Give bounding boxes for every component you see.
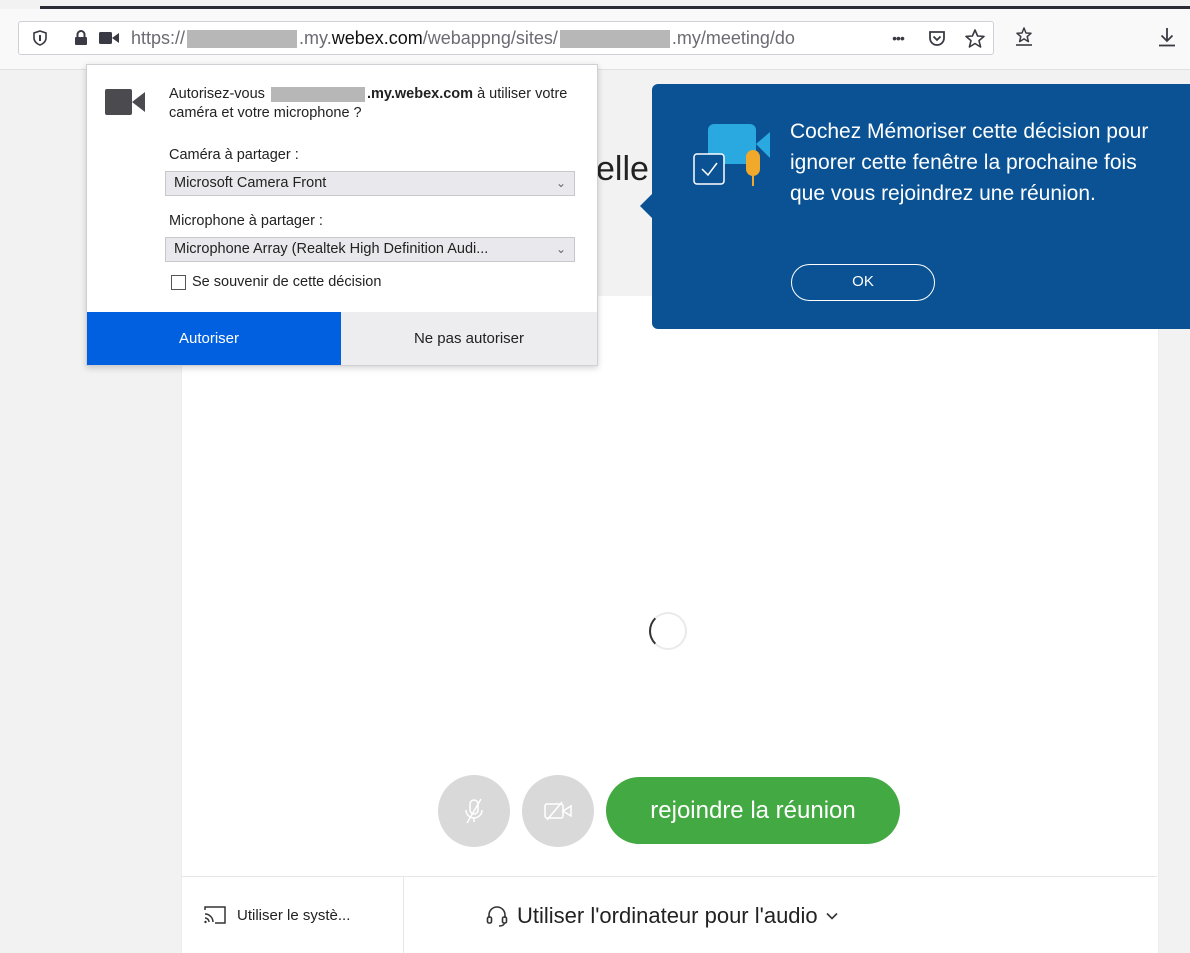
url-part-3: .my/meeting/do bbox=[671, 28, 795, 48]
page-title-fragment: elle bbox=[596, 150, 649, 188]
question-prefix: Autorisez-vous bbox=[169, 86, 265, 102]
chevron-down-icon bbox=[826, 912, 838, 920]
remember-checkbox[interactable] bbox=[171, 274, 186, 290]
permission-question: Autorisez-vous .my.webex.com à utiliser … bbox=[169, 85, 589, 123]
cast-screen-icon bbox=[204, 906, 226, 924]
redacted-block bbox=[270, 86, 365, 102]
url-part-2: /webappng/sites/ bbox=[422, 28, 558, 48]
url-scheme: https:// bbox=[131, 28, 186, 48]
footer-divider bbox=[181, 876, 1157, 877]
url-text: https:// .my.webex.com/webappng/sites/ .my… bbox=[131, 22, 795, 54]
download-icon[interactable] bbox=[1155, 21, 1179, 53]
permission-prompt: Autorisez-vous .my.webex.com à utiliser … bbox=[86, 64, 598, 366]
system-connect-label: Utiliser le systè... bbox=[237, 906, 351, 924]
reading-list-icon[interactable] bbox=[1012, 21, 1036, 53]
url-part-1: .my. bbox=[299, 28, 332, 48]
camera-icon bbox=[105, 89, 145, 115]
camera-off-icon bbox=[544, 801, 572, 821]
lock-icon[interactable] bbox=[71, 22, 91, 54]
mute-microphone-button[interactable] bbox=[438, 775, 510, 847]
tooltip-ok-button[interactable]: OK bbox=[791, 264, 935, 301]
microphone-off-icon bbox=[465, 798, 483, 824]
camera-permission-icon[interactable] bbox=[97, 22, 121, 54]
audio-option-dropdown[interactable]: Utiliser l'ordinateur pour l'audio bbox=[485, 903, 838, 929]
audio-option-label: Utiliser l'ordinateur pour l'audio bbox=[517, 903, 818, 928]
star-icon[interactable] bbox=[963, 22, 987, 54]
pocket-icon[interactable] bbox=[925, 22, 949, 54]
chevron-down-icon: ⌄ bbox=[555, 242, 566, 256]
browser-toolbar: https:// .my.webex.com/webappng/sites/ .my… bbox=[0, 9, 1190, 70]
shield-icon[interactable] bbox=[29, 22, 51, 54]
url-domain: webex.com bbox=[331, 28, 423, 48]
microphone-select-value: Microphone Array (Realtek High Definitio… bbox=[174, 241, 489, 257]
deny-button[interactable]: Ne pas autoriser bbox=[341, 312, 597, 365]
camera-select[interactable]: Microsoft Camera Front ⌄ bbox=[165, 171, 575, 196]
remember-decision-tooltip: Cochez Mémoriser cette décision pour ign… bbox=[640, 84, 1190, 329]
microphone-label: Microphone à partager : bbox=[169, 213, 323, 229]
allow-button[interactable]: Autoriser bbox=[87, 312, 341, 365]
redacted-block bbox=[559, 30, 670, 49]
camera-microphone-illustration bbox=[693, 124, 770, 186]
chevron-down-icon: ⌄ bbox=[555, 176, 566, 190]
more-icon[interactable]: ••• bbox=[885, 22, 911, 54]
microphone-select[interactable]: Microphone Array (Realtek High Definitio… bbox=[165, 237, 575, 262]
system-connect-option[interactable]: Utiliser le systè... bbox=[203, 905, 350, 925]
tooltip-arrow bbox=[640, 194, 652, 218]
redacted-block bbox=[187, 30, 298, 49]
stop-video-button[interactable] bbox=[522, 775, 594, 847]
remember-label: Se souvenir de cette décision bbox=[192, 274, 382, 290]
camera-label: Caméra à partager : bbox=[169, 147, 299, 163]
address-bar[interactable]: https:// .my.webex.com/webappng/sites/ .my… bbox=[18, 21, 994, 55]
camera-select-value: Microsoft Camera Front bbox=[174, 175, 327, 191]
tooltip-message: Cochez Mémoriser cette décision pour ign… bbox=[790, 120, 1149, 205]
question-domain: .my.webex.com bbox=[366, 86, 474, 102]
footer-vertical-divider bbox=[403, 877, 404, 953]
loading-spinner bbox=[649, 612, 687, 650]
headset-icon bbox=[486, 906, 508, 927]
remember-decision-option[interactable]: Se souvenir de cette décision bbox=[171, 274, 381, 290]
join-meeting-button[interactable]: rejoindre la réunion bbox=[606, 777, 900, 844]
